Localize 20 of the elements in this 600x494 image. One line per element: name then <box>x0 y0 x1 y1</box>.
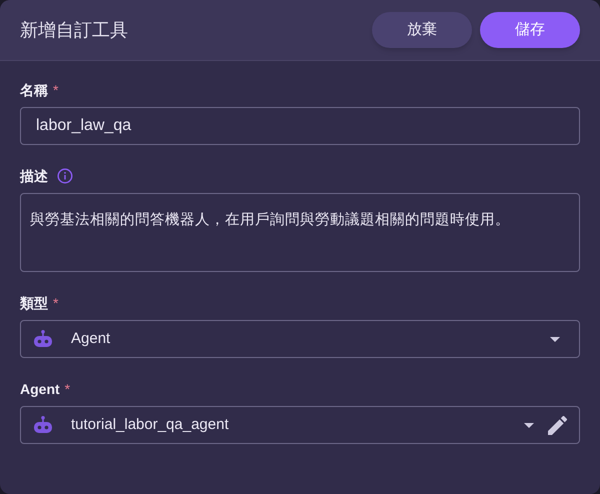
name-field[interactable]: labor_law_qa <box>20 107 580 145</box>
edit-icon[interactable] <box>548 416 567 434</box>
discard-button[interactable]: 放棄 <box>372 12 472 48</box>
dialog-title: 新增自訂工具 <box>20 18 128 42</box>
dropdown-caret-icon <box>524 422 534 428</box>
description-field[interactable]: 與勞基法相關的問答機器人，在用戶詢問與勞動議題相關的問題時使用。 <box>20 193 580 272</box>
robot-icon <box>33 330 53 348</box>
required-mark: * <box>64 380 70 398</box>
info-icon[interactable] <box>57 168 73 184</box>
save-button[interactable]: 儲存 <box>480 12 580 48</box>
dropdown-caret-icon <box>550 336 560 342</box>
field-label: 類型 <box>20 294 48 313</box>
select-field[interactable]: tutorial_labor_qa_agent <box>20 406 580 444</box>
field-label: 名稱 <box>20 80 48 100</box>
required-mark: * <box>53 294 58 312</box>
required-mark: * <box>53 80 58 100</box>
robot-icon <box>33 416 53 434</box>
select-field[interactable]: Agent <box>20 320 580 358</box>
field-label: Agent <box>20 380 60 399</box>
field-label: 描述 <box>20 166 48 186</box>
